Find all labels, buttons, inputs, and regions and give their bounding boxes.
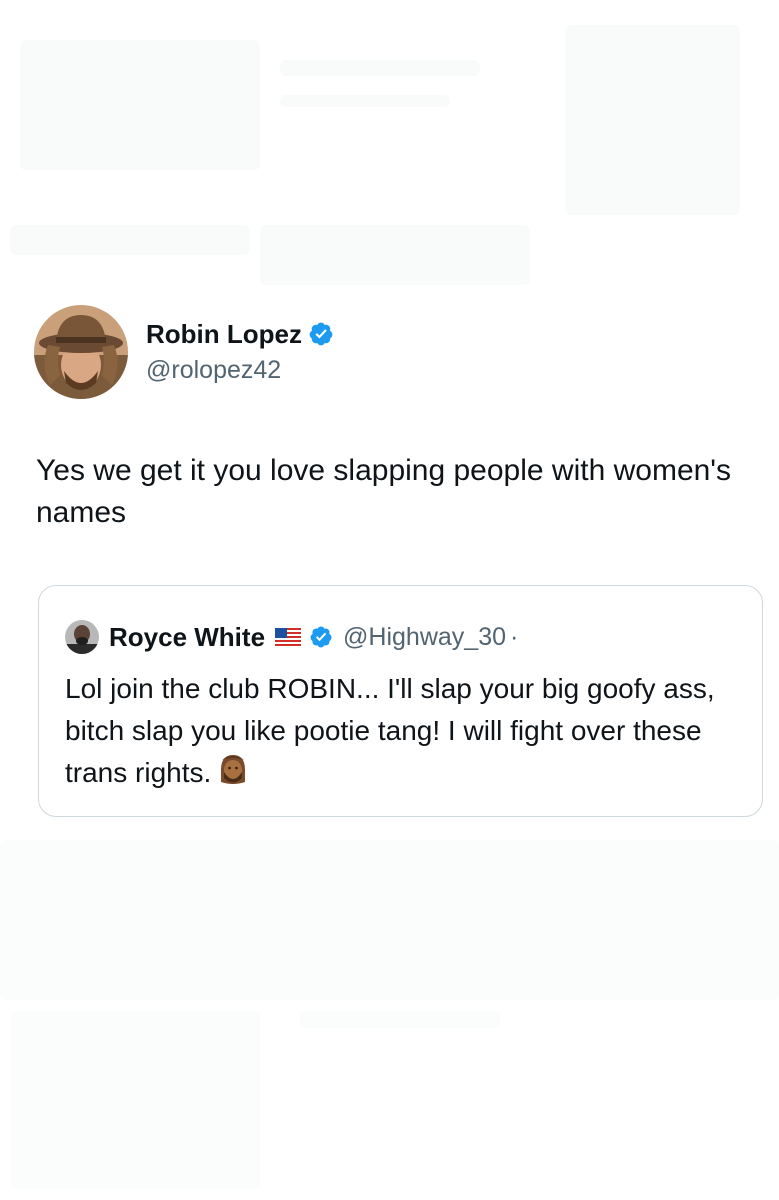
background-artifact [260, 225, 530, 285]
background-artifact [10, 1010, 260, 1190]
quoted-tweet-text: Lol join the club ROBIN... I'll slap you… [65, 668, 745, 794]
tweet-author[interactable]: Robin Lopez @rolopez42 [34, 304, 334, 400]
background-artifact [20, 40, 260, 170]
quoted-display-name[interactable]: Royce White [109, 621, 265, 653]
bearded-person-icon [221, 755, 246, 784]
background-artifact [0, 840, 779, 1000]
separator-dot: · [510, 623, 519, 651]
background-artifact [280, 60, 480, 76]
tweet-text: Yes we get it you love slapping people w… [36, 454, 732, 529]
quoted-avatar[interactable] [65, 620, 99, 654]
quoted-tweet-text-content: Lol join the club ROBIN... I'll slap you… [65, 673, 715, 788]
verified-badge-icon [309, 322, 333, 346]
background-artifact [565, 25, 740, 215]
profile-photo-icon [34, 305, 128, 399]
background-artifact [300, 1010, 500, 1028]
display-name[interactable]: Robin Lopez [146, 318, 302, 350]
quoted-tweet[interactable]: Royce White @Highway_30 · Lol join the c… [38, 585, 763, 817]
quoted-tweet-header: Royce White @Highway_30 · [65, 620, 518, 654]
handle[interactable]: @rolopez42 [146, 354, 334, 386]
background-artifact [280, 95, 450, 107]
avatar[interactable] [34, 305, 128, 399]
quoted-handle[interactable]: @Highway_30 [343, 621, 506, 653]
background-artifact [10, 225, 250, 255]
profile-photo-icon [65, 620, 99, 654]
us-flag-icon [275, 628, 302, 646]
verified-badge-icon [310, 626, 332, 648]
